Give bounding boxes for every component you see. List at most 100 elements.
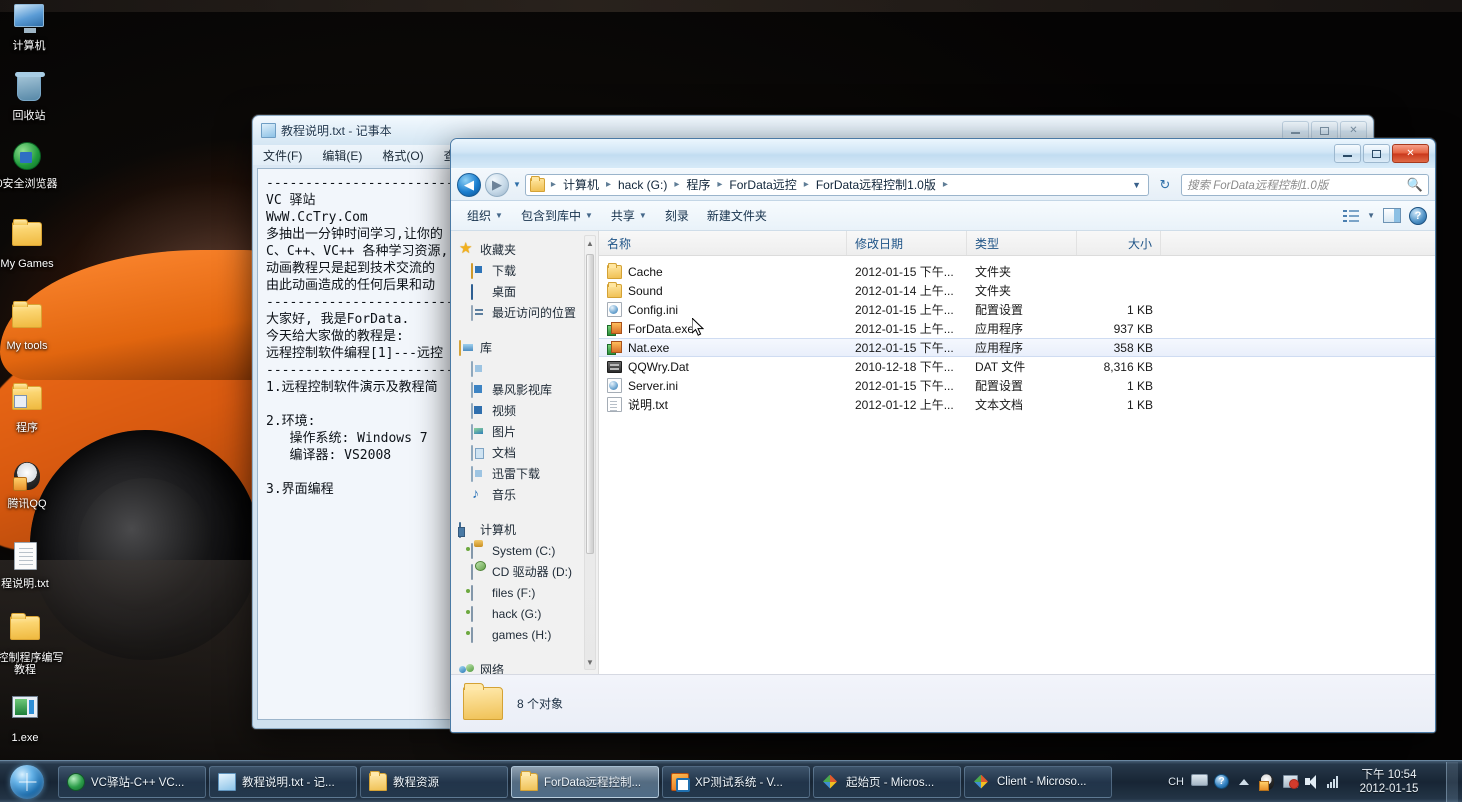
file-list-pane[interactable]: 名称 修改日期 类型 大小 Cache 2012-01-15 下午... 文件夹 (599, 231, 1435, 674)
taskbar-item-tutorial-resources[interactable]: 教程资源 (360, 765, 508, 798)
menu-file[interactable]: 文件(F) (263, 147, 302, 164)
breadcrumb-hack-g[interactable]: hack (G:) (614, 177, 671, 193)
table-row[interactable]: QQWry.Dat 2010-12-18 下午... DAT 文件 8,316 … (599, 357, 1435, 376)
keyboard-icon[interactable] (1191, 773, 1208, 790)
nav-item-computer[interactable]: 计算机 (451, 519, 598, 540)
show-hidden-icons-icon[interactable] (1236, 774, 1252, 790)
taskbar-item-client[interactable]: Client - Microso... (964, 765, 1112, 798)
breadcrumb-computer[interactable]: 计算机 (559, 175, 603, 194)
column-headers[interactable]: 名称 修改日期 类型 大小 (599, 231, 1435, 256)
scroll-up-icon[interactable]: ▲ (585, 236, 595, 250)
nav-item-games-h[interactable]: games (H:) (451, 624, 598, 645)
desktop-icon-my-tools[interactable]: My tools (0, 300, 66, 352)
volume-icon[interactable] (1305, 774, 1320, 789)
address-dropdown-icon[interactable]: ▼ (1132, 180, 1144, 190)
nav-item-network[interactable]: 网络 (451, 659, 598, 674)
scrollbar-thumb[interactable] (586, 254, 594, 554)
include-in-library-button[interactable]: 包含到库中 ▼ (513, 203, 601, 228)
signal-icon[interactable] (1327, 775, 1342, 788)
burn-button[interactable]: 刻录 (657, 203, 697, 228)
history-dropdown-icon[interactable]: ▼ (513, 180, 521, 189)
desktop-icon-recycle-bin[interactable]: 回收站 (0, 72, 68, 122)
breadcrumb-fordata-remote[interactable]: ForData远控 (725, 175, 800, 194)
column-header-size[interactable]: 大小 (1077, 231, 1161, 255)
back-button[interactable]: ◀ (457, 172, 481, 197)
ime-indicator[interactable]: CH (1168, 776, 1184, 788)
menu-edit[interactable]: 编辑(E) (322, 147, 362, 164)
system-tray[interactable]: CH ? 下午 10:54 2012-01-15 (1168, 761, 1462, 802)
refresh-button[interactable]: ↻ (1153, 174, 1177, 196)
nav-item-favorites[interactable]: 收藏夹 (451, 239, 598, 260)
nav-item-locked-library[interactable] (451, 358, 598, 379)
desktop-icon-remote-tutorial[interactable]: 程控制程序编写教程 (0, 612, 64, 676)
desktop-icon-computer[interactable]: 计算机 (0, 2, 68, 52)
desktop-icon-tutorial-txt[interactable]: 程说明.txt (0, 540, 64, 590)
explorer-command-bar[interactable]: 组织 ▼ 包含到库中 ▼ 共享 ▼ 刻录 新建文件夹 ▼ ? (451, 201, 1435, 231)
explorer-navigation-bar[interactable]: ◀ ▶ ▼ ▸ 计算机 ▸ hack (G:) ▸ 程序 ▸ ForData远控… (451, 169, 1435, 201)
scroll-down-icon[interactable]: ▼ (585, 655, 595, 669)
column-header-name[interactable]: 名称 (599, 231, 847, 255)
table-row[interactable]: 说明.txt 2012-01-12 上午... 文本文档 1 KB (599, 395, 1435, 414)
nav-item-downloads[interactable]: 下载 (451, 260, 598, 281)
change-view-icon[interactable] (1343, 209, 1360, 223)
table-row[interactable]: Cache 2012-01-15 下午... 文件夹 (599, 262, 1435, 281)
qq-icon[interactable] (1259, 773, 1275, 791)
start-button[interactable] (2, 762, 52, 802)
forward-button[interactable]: ▶ (485, 172, 509, 197)
table-row[interactable]: ForData.exe 2012-01-15 上午... 应用程序 937 KB (599, 319, 1435, 338)
navigation-pane[interactable]: 收藏夹 下载 桌面 最近访问的位置 库 暴风影视库 视频 图片 文档 迅雷下载 … (451, 231, 599, 674)
nav-item-baofeng-library[interactable]: 暴风影视库 (451, 379, 598, 400)
nav-item-recent-places[interactable]: 最近访问的位置 (451, 302, 598, 323)
taskbar-item-xp-test-vm[interactable]: XP测试系统 - V... (662, 765, 810, 798)
help-icon[interactable]: ? (1214, 774, 1229, 789)
network-icon[interactable] (1282, 774, 1299, 790)
organize-button[interactable]: 组织 ▼ (459, 203, 511, 228)
desktop-icon-1-exe[interactable]: 1.exe (0, 692, 64, 744)
nav-item-music[interactable]: 音乐 (451, 484, 598, 505)
nav-item-cd-drive-d[interactable]: CD 驱动器 (D:) (451, 561, 598, 582)
nav-item-pictures[interactable]: 图片 (451, 421, 598, 442)
desktop-icon-program[interactable]: 程序 (0, 382, 66, 434)
explorer-window[interactable]: ✕ ◀ ▶ ▼ ▸ 计算机 ▸ hack (G:) ▸ 程序 ▸ ForData… (450, 138, 1436, 733)
search-input[interactable]: 搜索 ForData远程控制1.0版 (1187, 177, 1328, 193)
table-row[interactable]: Sound 2012-01-14 上午... 文件夹 (599, 281, 1435, 300)
nav-item-videos[interactable]: 视频 (451, 400, 598, 421)
nav-item-documents[interactable]: 文档 (451, 442, 598, 463)
search-box[interactable]: 搜索 ForData远程控制1.0版 🔍 (1181, 173, 1429, 196)
nav-item-system-c[interactable]: System (C:) (451, 540, 598, 561)
show-desktop-button[interactable] (1446, 761, 1458, 802)
chevron-down-icon[interactable]: ▼ (1367, 211, 1375, 220)
table-row[interactable]: Nat.exe 2012-01-15 下午... 应用程序 358 KB (599, 338, 1435, 357)
desktop[interactable]: 计算机 回收站 0安全浏览器 My Games My tools 程序 腾讯QQ… (0, 0, 1462, 802)
taskbar-item-vc-site[interactable]: VC驿站-C++ VC... (58, 765, 206, 798)
taskbar-item-fordata-remote[interactable]: ForData远程控制... (511, 765, 659, 798)
nav-item-hack-g[interactable]: hack (G:) (451, 603, 598, 624)
column-header-date-modified[interactable]: 修改日期 (847, 231, 967, 255)
explorer-titlebar[interactable]: ✕ (451, 139, 1435, 169)
breadcrumb-fordata-v1[interactable]: ForData远程控制1.0版 (812, 175, 940, 194)
taskbar-item-notepad[interactable]: 教程说明.txt - 记... (209, 765, 357, 798)
nav-item-files-f[interactable]: files (F:) (451, 582, 598, 603)
breadcrumb-programs[interactable]: 程序 (682, 175, 714, 194)
explorer-window-controls[interactable]: ✕ (1334, 144, 1431, 163)
new-folder-button[interactable]: 新建文件夹 (699, 203, 775, 228)
preview-pane-button[interactable] (1383, 208, 1401, 223)
nav-item-libraries[interactable]: 库 (451, 337, 598, 358)
taskbar-clock[interactable]: 下午 10:54 2012-01-15 (1349, 768, 1435, 796)
explorer-close-button[interactable]: ✕ (1392, 144, 1429, 163)
explorer-maximize-button[interactable] (1363, 144, 1390, 163)
taskbar[interactable]: VC驿站-C++ VC... 教程说明.txt - 记... 教程资源 ForD… (0, 760, 1462, 802)
column-header-type[interactable]: 类型 (967, 231, 1077, 255)
table-row[interactable]: Config.ini 2012-01-15 上午... 配置设置 1 KB (599, 300, 1435, 319)
nav-item-thunder-download[interactable]: 迅雷下载 (451, 463, 598, 484)
taskbar-items[interactable]: VC驿站-C++ VC... 教程说明.txt - 记... 教程资源 ForD… (58, 765, 1112, 798)
help-icon[interactable]: ? (1409, 206, 1427, 225)
desktop-icon-360-browser[interactable]: 0安全浏览器 (0, 140, 66, 190)
menu-format[interactable]: 格式(O) (382, 147, 423, 164)
table-row[interactable]: Server.ini 2012-01-15 下午... 配置设置 1 KB (599, 376, 1435, 395)
nav-item-desktop[interactable]: 桌面 (451, 281, 598, 302)
taskbar-item-start-page[interactable]: 起始页 - Micros... (813, 765, 961, 798)
share-button[interactable]: 共享 ▼ (603, 203, 655, 228)
explorer-minimize-button[interactable] (1334, 144, 1361, 163)
navigation-pane-scrollbar[interactable]: ▲ ▼ (584, 235, 596, 670)
